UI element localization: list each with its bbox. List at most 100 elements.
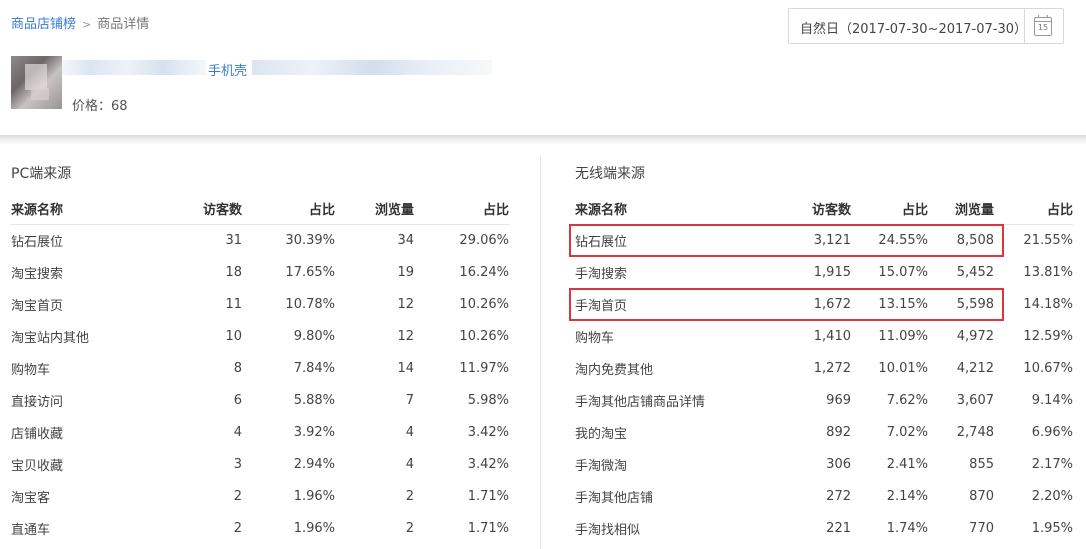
metric-cell: 2.41% xyxy=(886,456,928,472)
metric-cell: 14 xyxy=(397,360,414,376)
mobile-source-table: 来源名称 访客数 占比 浏览量 占比 钻石展位 3,121 24.55% 8,508 2… xyxy=(575,193,1073,544)
table-header-row: 来源名称 访客数 占比 浏览量 占比 xyxy=(11,193,509,225)
calendar-icon[interactable]: 15 xyxy=(1034,15,1052,36)
metric-cell: 2.94% xyxy=(293,456,335,472)
metric-cell: 1,672 xyxy=(813,296,851,312)
metric-cell: 2 xyxy=(405,520,414,536)
table-row: 手淘微淘 306 2.41% 855 2.17% xyxy=(575,448,1073,480)
metric-cell: 855 xyxy=(969,456,994,472)
metric-cell: 13.15% xyxy=(878,296,928,312)
metric-cell: 31 xyxy=(225,232,242,248)
metric-cell: 4 xyxy=(405,456,414,472)
metric-cell: 10.26% xyxy=(459,296,509,312)
table-row: 淘宝客 2 1.96% 2 1.71% xyxy=(11,480,509,512)
table-row: 购物车 8 7.84% 14 11.97% xyxy=(11,352,509,384)
column-header: 浏览量 xyxy=(335,193,414,225)
panel-divider xyxy=(540,156,541,549)
metric-cell: 12 xyxy=(397,328,414,344)
table-row: 购物车 1,410 11.09% 4,972 12.59% xyxy=(575,320,1073,352)
table-row: 淘宝站内其他 10 9.80% 12 10.26% xyxy=(11,320,509,352)
product-title-link[interactable]: 手机壳 xyxy=(208,60,247,79)
column-header: 占比 xyxy=(851,193,928,225)
source-name-cell: 淘宝客 xyxy=(11,490,51,506)
metric-cell: 2 xyxy=(233,488,242,504)
metric-cell: 870 xyxy=(969,488,994,504)
metric-cell: 12.59% xyxy=(1023,328,1073,344)
table-row: 淘内免费其他 1,272 10.01% 4,212 10.67% xyxy=(575,352,1073,384)
column-header: 来源名称 xyxy=(575,193,730,225)
metric-cell: 9.14% xyxy=(1031,392,1073,408)
metric-cell: 969 xyxy=(826,392,851,408)
metric-cell: 11.97% xyxy=(459,360,509,376)
source-name-cell: 手淘其他店铺商品详情 xyxy=(575,394,706,410)
metric-cell: 6.96% xyxy=(1031,424,1073,440)
metric-cell: 12 xyxy=(397,296,414,312)
metric-cell: 1,915 xyxy=(813,264,851,280)
source-name-cell: 淘宝首页 xyxy=(11,298,64,314)
date-picker-divider xyxy=(1024,9,1025,43)
metric-cell: 3,607 xyxy=(956,392,994,408)
source-name-cell: 淘内免费其他 xyxy=(575,362,654,378)
metric-cell: 2.17% xyxy=(1031,456,1073,472)
metric-cell: 4 xyxy=(405,424,414,440)
table-row: 宝贝收藏 3 2.94% 4 3.42% xyxy=(11,448,509,480)
date-range-picker[interactable]: 自然日（2017-07-30~2017-07-30） 15 xyxy=(788,8,1064,44)
table-row: 手淘找相似 221 1.74% 770 1.95% xyxy=(575,512,1073,544)
column-header: 浏览量 xyxy=(928,193,994,225)
table-row: 淘宝首页 11 10.78% 12 10.26% xyxy=(11,288,509,320)
column-header: 占比 xyxy=(994,193,1073,225)
column-header: 占比 xyxy=(414,193,509,225)
metric-cell: 16.24% xyxy=(459,264,509,280)
metric-cell: 10 xyxy=(225,328,242,344)
metric-cell: 9.80% xyxy=(293,328,335,344)
metric-cell: 1.96% xyxy=(293,488,335,504)
source-name-cell: 我的淘宝 xyxy=(575,426,628,442)
breadcrumb-root-link[interactable]: 商品店铺榜 xyxy=(11,17,76,32)
metric-cell: 2,748 xyxy=(956,424,994,440)
source-name-cell: 宝贝收藏 xyxy=(11,458,64,474)
metric-cell: 19 xyxy=(397,264,414,280)
calendar-day: 15 xyxy=(1037,23,1049,32)
column-header: 访客数 xyxy=(161,193,242,225)
metric-cell: 11.09% xyxy=(878,328,928,344)
metric-cell: 17.65% xyxy=(285,264,335,280)
metric-cell: 1.71% xyxy=(467,488,509,504)
source-name-cell: 钻石展位 xyxy=(11,234,64,250)
metric-cell: 1.96% xyxy=(293,520,335,536)
source-name-cell: 手淘微淘 xyxy=(575,458,628,474)
metric-cell: 221 xyxy=(826,520,851,536)
table-row: 店铺收藏 4 3.92% 4 3.42% xyxy=(11,416,509,448)
metric-cell: 1.71% xyxy=(467,520,509,536)
breadcrumb: 商品店铺榜 > 商品详情 xyxy=(11,13,149,32)
source-name-cell: 淘宝搜索 xyxy=(11,266,64,282)
metric-cell: 2.20% xyxy=(1031,488,1073,504)
thumbnail-blur xyxy=(25,64,47,90)
metric-cell: 2 xyxy=(405,488,414,504)
metric-cell: 7.02% xyxy=(886,424,928,440)
metric-cell: 4 xyxy=(233,424,242,440)
pc-source-table: 来源名称 访客数 占比 浏览量 占比 钻石展位 31 30.39% 34 29.06% 淘… xyxy=(11,193,509,544)
table-row: 手淘搜索 1,915 15.07% 5,452 13.81% xyxy=(575,256,1073,288)
source-name-cell: 直接访问 xyxy=(11,394,64,410)
product-price: 价格：68 xyxy=(72,99,128,114)
table-row: 我的淘宝 892 7.02% 2,748 6.96% xyxy=(575,416,1073,448)
mobile-source-title: 无线端来源 xyxy=(575,166,645,182)
table-row: 手淘其他店铺 272 2.14% 870 2.20% xyxy=(575,480,1073,512)
date-range-label[interactable]: 自然日（2017-07-30~2017-07-30） xyxy=(800,18,1027,37)
metric-cell: 306 xyxy=(826,456,851,472)
product-thumbnail[interactable] xyxy=(11,56,62,109)
metric-cell: 10.67% xyxy=(1023,360,1073,376)
metric-cell: 2 xyxy=(233,520,242,536)
metric-cell: 10.78% xyxy=(285,296,335,312)
metric-cell: 34 xyxy=(397,232,414,248)
metric-cell: 4,212 xyxy=(956,360,994,376)
source-name-cell: 手淘找相似 xyxy=(575,522,641,538)
table-body: 钻石展位 3,121 24.55% 8,508 21.55% 手淘搜索 1,915 15.07… xyxy=(575,224,1073,544)
metric-cell: 4,972 xyxy=(956,328,994,344)
source-name-cell: 手淘其他店铺 xyxy=(575,490,654,506)
metric-cell: 5.98% xyxy=(467,392,509,408)
metric-cell: 2.14% xyxy=(886,488,928,504)
table-row: 直通车 2 1.96% 2 1.71% xyxy=(11,512,509,544)
metric-cell: 10.26% xyxy=(459,328,509,344)
metric-cell: 13.81% xyxy=(1023,264,1073,280)
